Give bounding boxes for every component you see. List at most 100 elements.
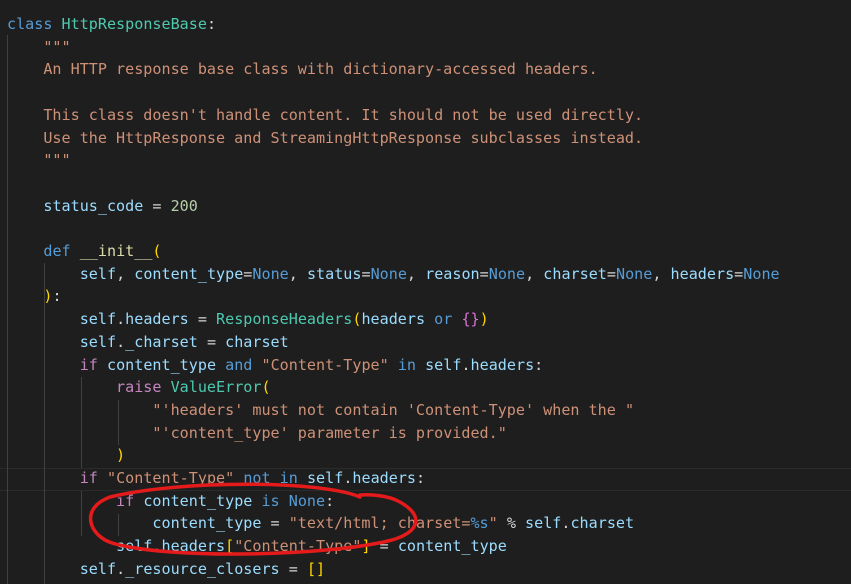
code-line[interactable]: Use the HttpResponse and StreamingHttpRe… [7,127,643,150]
code-token: , [525,264,544,283]
code-token: if [79,355,98,374]
code-token: = [361,264,371,283]
code-line[interactable]: class HttpResponseBase: [7,13,216,36]
code-token: """ [7,151,71,170]
code-line[interactable]: def __init__( [7,240,162,263]
code-token: reason [425,264,480,283]
code-token: "Content-Type" [106,469,235,487]
code-token: ) [116,446,126,465]
code-token: An HTTP response base class with diction… [7,60,598,79]
code-line[interactable]: "'content_type' parameter is provided." [7,422,507,445]
code-token: charset [543,264,607,283]
code-token: "Content-Type" [261,355,389,374]
code-token: ResponseHeaders [216,310,353,329]
code-token: = [261,514,289,533]
code-line[interactable]: content_type = "text/html; charset=%s" %… [7,512,634,535]
code-token: . [116,332,126,351]
code-line[interactable]: This class doesn't handle content. It sh… [7,104,643,127]
code-token: 200 [170,196,198,215]
code-token: class [7,15,53,33]
code-line[interactable]: if content_type and "Content-Type" in se… [7,354,544,377]
code-token: = [370,537,398,556]
code-token: ( [152,242,162,260]
code-token: Use the HttpResponse and StreamingHttpRe… [7,128,644,147]
code-token: if [79,469,98,487]
code-token: "'headers' must not contain 'Content-Typ… [152,400,635,419]
code-token: . [116,310,126,329]
code-token: self [79,332,117,351]
code-token: : [52,287,62,306]
code-token: [] [306,559,326,578]
code-line[interactable]: """ [7,36,71,59]
code-token: def [43,242,71,260]
code-line[interactable]: ) [7,444,125,467]
code-line[interactable]: if "Content-Type" not in self.headers: [7,467,425,490]
code-token: headers [161,537,226,556]
code-token: in [279,469,298,487]
code-line[interactable]: if content_type is None: [7,490,334,513]
code-token: . [116,559,126,578]
code-line[interactable]: ): [7,285,62,308]
code-editor[interactable]: class HttpResponseBase: """ An HTTP resp… [0,0,851,584]
code-line[interactable]: status_code = 200 [7,195,198,218]
code-token: None [288,491,326,510]
code-token: self [79,264,117,283]
code-line[interactable]: An HTTP response base class with diction… [7,58,598,81]
code-line[interactable]: """ [7,149,71,172]
code-token: None [370,264,407,283]
code-token: is [261,491,280,510]
code-line[interactable]: self._resource_closers = [] [7,558,325,581]
code-token: . [152,537,162,556]
code-token: and [225,355,253,374]
code-token: content_type [397,537,507,556]
code-token: """ [7,37,71,56]
code-token: None [252,264,289,283]
code-token: None [743,264,780,283]
code-line[interactable]: self, content_type=None, status=None, re… [7,263,780,286]
code-token: content_type [134,264,244,283]
code-token: ) [479,310,489,329]
code-token: % [497,514,526,533]
code-token: __init__ [79,242,153,260]
code-token: None [488,264,526,283]
code-token: in [397,355,416,374]
code-token: , [116,264,135,283]
code-token: "'content_type' parameter is provided." [152,423,507,442]
code-line[interactable]: raise ValueError( [7,376,271,399]
code-token: headers [470,355,535,374]
code-token: " [488,514,498,533]
code-token: = [143,196,171,215]
code-token: self [306,469,344,487]
code-token: charset [570,514,635,533]
code-token: raise [116,378,162,397]
code-token: content_type [152,514,262,533]
code-token: = [479,264,489,283]
code-token: "text/html; charset= [288,514,471,533]
code-token: = [734,264,744,283]
code-token: self [116,537,153,556]
code-line[interactable]: self.headers = ResponseHeaders(headers o… [7,308,489,331]
code-token: : [325,491,335,510]
code-token: content_type [143,491,253,510]
code-line[interactable]: "'headers' must not contain 'Content-Typ… [7,399,634,422]
code-token: status [306,264,362,283]
code-token: , [652,264,671,283]
code-line[interactable]: self.headers["Content-Type"] = content_t… [7,535,507,558]
code-line[interactable]: self._charset = charset [7,331,289,354]
code-token: ( [261,378,271,397]
